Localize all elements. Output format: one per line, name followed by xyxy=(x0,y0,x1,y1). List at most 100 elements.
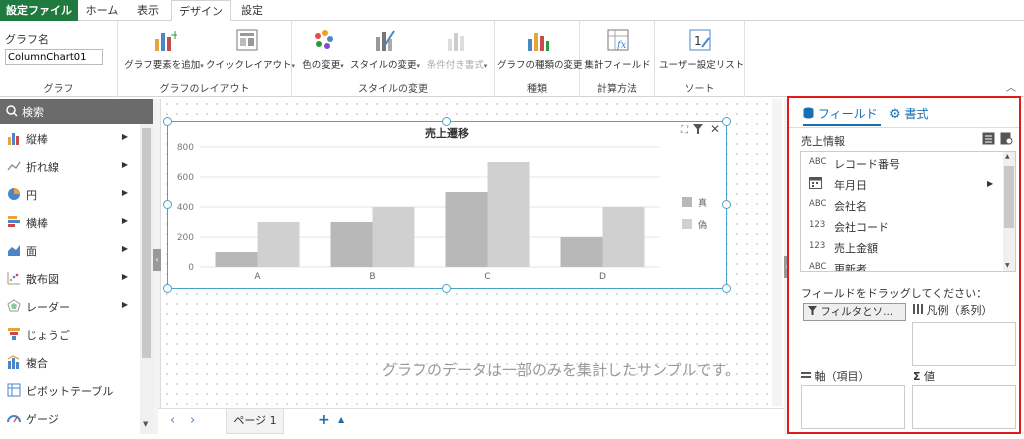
number-type-icon: 123 xyxy=(809,220,826,230)
field-list-scrollbar[interactable]: ▲ ▼ xyxy=(1003,152,1015,271)
submenu-arrow-icon: ▶ xyxy=(121,188,128,197)
conditional-format-icon xyxy=(444,27,470,53)
conditional-format-button[interactable]: 条件付き書式▾ xyxy=(422,25,492,75)
collapse-ribbon-icon[interactable]: ︿ xyxy=(1006,79,1016,94)
number-type-icon: 123 xyxy=(809,241,826,251)
text-type-icon: ABC xyxy=(809,157,827,167)
chart-item-funnel[interactable]: じょうご xyxy=(0,320,140,348)
ribbon-group-calc: fx 集計フィールド 計算方法 xyxy=(580,21,655,97)
field-item-updater[interactable]: ABC 更新者 xyxy=(801,257,1001,272)
legend-drop-zone[interactable] xyxy=(912,322,1016,366)
field-item-company[interactable]: ABC 会社名 xyxy=(801,194,1001,215)
y-tick-label: 400 xyxy=(177,203,194,213)
scroll-down-icon[interactable]: ▼ xyxy=(143,420,148,428)
ribbon-group-layout: + グラフ要素を追加▾ クイックレイアウト▾ グラフのレイアウト xyxy=(118,21,295,97)
chart-type-icon xyxy=(525,27,551,53)
add-element-button[interactable]: + グラフ要素を追加▾ xyxy=(124,25,204,75)
legend-label: 真 xyxy=(698,197,707,209)
next-page-icon[interactable]: › xyxy=(190,413,195,428)
formula-icon: fx xyxy=(605,27,631,53)
quick-layout-button[interactable]: クイックレイアウト▾ xyxy=(206,25,295,75)
filter-icon[interactable] xyxy=(693,124,703,137)
funnel-chart-icon xyxy=(7,327,21,341)
bar-A-0 xyxy=(215,252,258,267)
scroll-down-icon[interactable]: ▼ xyxy=(1005,262,1010,269)
axis-drop-zone[interactable] xyxy=(801,385,905,429)
resize-handle[interactable] xyxy=(163,284,172,293)
filter-sort-button[interactable]: フィルタとソ... xyxy=(803,303,906,321)
page-menu-icon[interactable]: ▲ xyxy=(338,415,344,424)
chart-item-combo[interactable]: 複合 xyxy=(0,348,140,376)
field-item-company-code[interactable]: 123 会社コード xyxy=(801,215,1001,236)
chart-item-bar[interactable]: 横棒 ▶ xyxy=(0,208,140,236)
chart-item-column[interactable]: 縦棒 ▶ xyxy=(0,124,140,152)
menu-tab-home[interactable]: ホーム xyxy=(80,0,124,21)
chart-search-bar[interactable]: 検索 xyxy=(0,99,153,124)
page-tab-1[interactable]: ページ 1 xyxy=(226,409,284,434)
quick-layout-icon xyxy=(234,27,260,53)
resize-handle[interactable] xyxy=(163,200,172,209)
list-view-icon[interactable] xyxy=(982,132,995,148)
field-item-record-no[interactable]: ABC レコード番号 xyxy=(801,152,1001,173)
chart-item-line[interactable]: 折れ線 ▶ xyxy=(0,152,140,180)
value-drop-label: Σ 値 xyxy=(913,370,936,383)
field-item-date[interactable]: 年月日 ▶ xyxy=(801,173,1001,194)
legend-swatch xyxy=(682,219,692,229)
chart-item-pie[interactable]: 円 ▶ xyxy=(0,180,140,208)
change-type-button[interactable]: グラフの種類の変更 xyxy=(497,25,583,75)
add-page-icon[interactable]: + xyxy=(318,412,330,428)
legend-swatch xyxy=(682,197,692,207)
area-chart-icon xyxy=(7,243,21,257)
legend-label: 偽 xyxy=(698,219,707,231)
left-splitter[interactable]: ‹ xyxy=(153,99,161,434)
change-style-button[interactable]: スタイルの変更▾ xyxy=(350,25,420,75)
user-list-button[interactable]: 1 ユーザー設定リスト xyxy=(659,25,744,75)
chart-item-radar[interactable]: レーダー ▶ xyxy=(0,292,140,320)
expand-icon[interactable]: ⛶ xyxy=(681,125,688,136)
resize-handle[interactable] xyxy=(722,117,731,126)
ribbon-group-style: 色の変更▾ スタイルの変更▾ 条件付き書式▾ スタイルの変更 xyxy=(292,21,495,97)
database-icon xyxy=(803,107,814,121)
search-fields-icon[interactable] xyxy=(1000,132,1013,148)
axis-drop-label: 軸（項目） xyxy=(801,368,870,384)
text-type-icon: ABC xyxy=(809,262,827,272)
collapse-left-icon[interactable]: ‹ xyxy=(153,249,161,271)
menu-tab-design[interactable]: デザイン xyxy=(171,0,231,22)
pie-chart-icon xyxy=(7,187,21,201)
value-drop-zone[interactable] xyxy=(912,385,1016,429)
chart-item-gauge[interactable]: ゲージ xyxy=(0,404,140,432)
close-icon[interactable]: ✕ xyxy=(710,122,720,136)
chart-item-scatter[interactable]: 散布図 ▶ xyxy=(0,264,140,292)
menu-file[interactable]: 設定ファイル xyxy=(0,0,78,21)
resize-handle[interactable] xyxy=(442,284,451,293)
expand-field-icon[interactable]: ▶ xyxy=(987,179,993,188)
filter-icon xyxy=(808,306,817,315)
field-item-sales-amount[interactable]: 123 売上金額 xyxy=(801,236,1001,257)
scatter-chart-icon xyxy=(7,271,21,285)
graph-name-input[interactable] xyxy=(5,49,103,65)
resize-handle[interactable] xyxy=(163,117,172,126)
tab-format[interactable]: ⚙ 書式 xyxy=(889,102,949,126)
prev-page-icon[interactable]: ‹ xyxy=(170,413,175,428)
menu-tab-settings[interactable]: 設定 xyxy=(232,0,272,21)
resize-handle[interactable] xyxy=(442,117,451,126)
chart-item-area[interactable]: 面 ▶ xyxy=(0,236,140,264)
scrollbar-thumb[interactable] xyxy=(1004,166,1014,228)
ribbon: グラフ名 グラフ + グラフ要素を追加▾ クイックレイアウト▾ グラフのレイアウ… xyxy=(0,21,1024,97)
chart-item-pivot-table[interactable]: ピボットテーブル xyxy=(0,376,140,404)
chart-list-scrollbar[interactable]: ▼ xyxy=(140,124,153,434)
tab-fields[interactable]: フィールド xyxy=(803,102,881,126)
resize-handle[interactable] xyxy=(722,200,731,209)
graph-name-label: グラフ名 xyxy=(5,33,49,46)
resize-handle[interactable] xyxy=(722,284,731,293)
bar-A-1 xyxy=(257,222,300,267)
canvas-scrollbar[interactable] xyxy=(772,99,782,406)
menu-tab-view[interactable]: 表示 xyxy=(126,0,170,21)
bar-C-1 xyxy=(487,162,530,267)
scrollbar-thumb[interactable] xyxy=(142,128,151,358)
aggregate-field-button[interactable]: fx 集計フィールド xyxy=(584,25,651,75)
pivot-table-icon xyxy=(7,383,21,397)
scroll-up-icon[interactable]: ▲ xyxy=(1005,153,1010,160)
change-color-button[interactable]: 色の変更▾ xyxy=(298,25,348,75)
chart-widget[interactable]: 売上遷移 0 200 400 600 800 A B C D 真偽 ⛶ ✕ xyxy=(167,121,727,289)
